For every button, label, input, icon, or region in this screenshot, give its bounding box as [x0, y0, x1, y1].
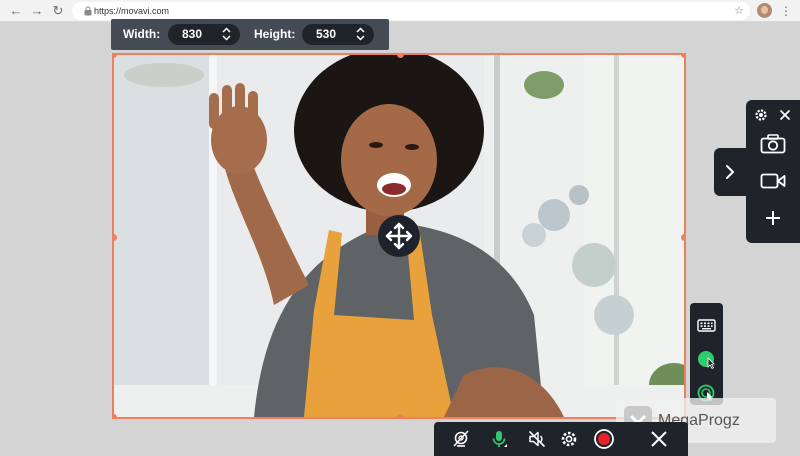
reload-icon[interactable]: ↻ — [50, 3, 66, 19]
speaker-muted-icon[interactable] — [528, 430, 546, 448]
url-text: https://movavi.com — [94, 6, 170, 16]
record-button-icon[interactable] — [594, 429, 614, 449]
close-icon[interactable] — [650, 430, 668, 448]
height-field[interactable]: 530 — [302, 24, 374, 45]
camera-icon[interactable] — [760, 134, 786, 154]
height-label: Height: — [254, 27, 296, 41]
width-label: Width: — [123, 27, 161, 41]
move-arrows-icon — [385, 222, 413, 250]
capture-side-panel — [746, 100, 800, 243]
resize-handle-top-right[interactable] — [681, 55, 684, 58]
effects-toolbar — [690, 303, 723, 405]
cursor-highlight-icon[interactable] — [697, 350, 717, 370]
arrow-right-icon[interactable]: → — [29, 3, 45, 19]
resize-handle-right[interactable] — [681, 234, 684, 241]
width-field[interactable]: 830 — [168, 24, 240, 45]
resize-handle-bottom-left[interactable] — [114, 414, 117, 417]
recording-toolbar — [434, 422, 688, 456]
panel-expand-tab[interactable] — [714, 148, 748, 196]
chevron-right-icon — [726, 165, 734, 179]
close-icon[interactable] — [779, 109, 791, 121]
kebab-menu-icon[interactable]: ⋮ — [780, 3, 792, 19]
address-bar[interactable]: https://movavi.com ☆ — [72, 2, 750, 20]
keyboard-icon[interactable] — [697, 319, 716, 332]
gear-icon[interactable] — [754, 108, 768, 122]
height-value: 530 — [316, 27, 337, 41]
stepper-icon[interactable] — [222, 27, 231, 41]
webcam-off-icon[interactable] — [452, 430, 470, 448]
arrow-left-icon[interactable]: ← — [8, 3, 24, 19]
resize-handle-bottom[interactable] — [397, 414, 404, 417]
avatar[interactable] — [757, 3, 772, 18]
gear-icon[interactable] — [560, 430, 578, 448]
width-value: 830 — [182, 27, 203, 41]
star-icon[interactable]: ☆ — [734, 2, 744, 20]
video-camera-icon[interactable] — [760, 172, 786, 190]
microphone-icon[interactable] — [490, 430, 508, 448]
stepper-icon[interactable] — [356, 27, 365, 41]
lock-icon — [84, 6, 92, 16]
capture-size-bar: Width: 830 Height: 530 — [111, 19, 389, 50]
plus-icon[interactable] — [765, 210, 781, 226]
move-handle[interactable] — [378, 215, 420, 257]
